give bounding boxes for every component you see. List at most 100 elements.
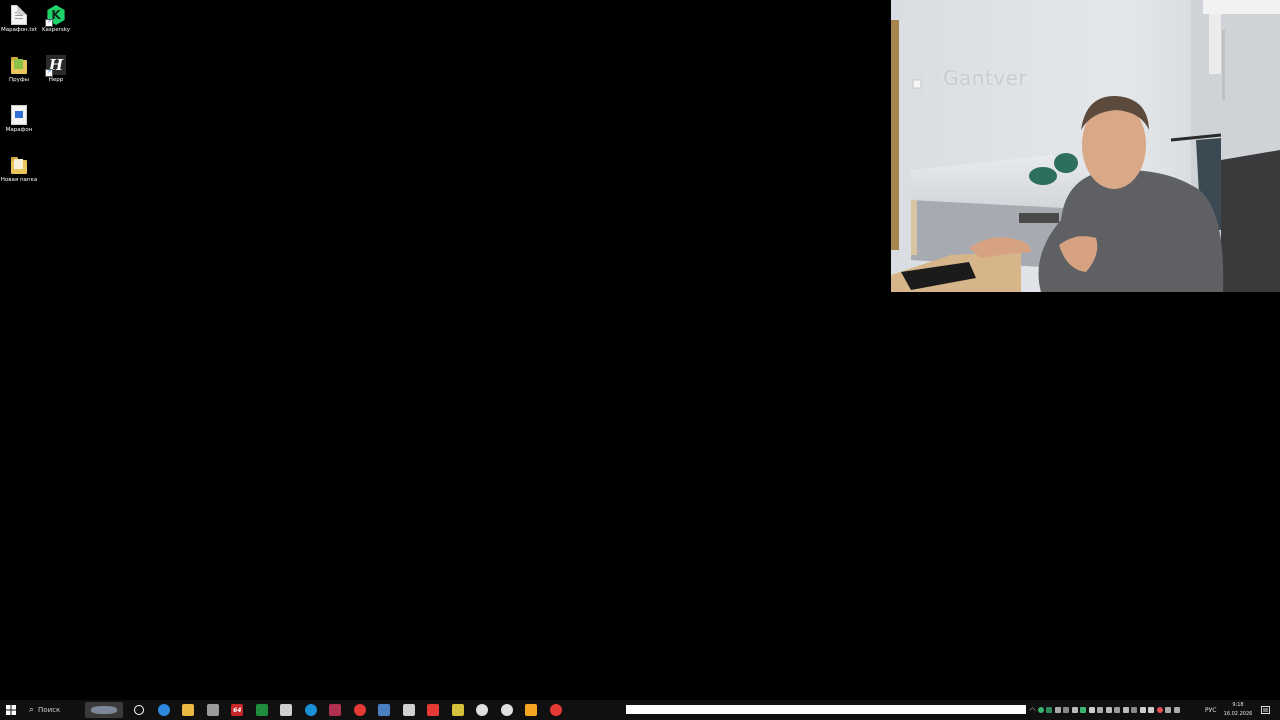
- search-highlight-image: [85, 702, 123, 718]
- monitor-icon: [1071, 707, 1078, 713]
- taskbar-app-17[interactable]: [544, 700, 569, 720]
- hepp-icon: H ↗: [45, 54, 66, 77]
- tray-green-monitor-icon-6[interactable]: [1079, 700, 1088, 720]
- taskbar-app-9[interactable]: [348, 700, 373, 720]
- taskbar-search-box[interactable]: ⌕ Поиск: [23, 700, 123, 720]
- desktop-icon-marathon-doc[interactable]: Марафон: [0, 104, 38, 134]
- desktop-icon-proofs-folder[interactable]: Пруфы: [0, 54, 38, 84]
- keyboard-icon: [1173, 707, 1180, 713]
- tray-green-circle-icon-1[interactable]: [1037, 700, 1046, 720]
- aida64-icon: 64: [231, 704, 244, 716]
- tray-network-icon-12[interactable]: [1130, 700, 1139, 720]
- taskbar-pinned-apps: 64: [127, 700, 568, 720]
- green-circle-icon: [1037, 707, 1044, 713]
- shield-app-icon: [280, 704, 293, 716]
- desktop-icon-label: Kaspersky: [42, 27, 70, 33]
- desktop-icon-label: Марафон: [5, 127, 33, 133]
- document-icon: [9, 104, 29, 126]
- clock[interactable]: 9:18 16.02.2026: [1222, 701, 1254, 719]
- webcam-overlay: Gantver: [891, 0, 1280, 292]
- desktop-icon-label: Пруфы: [9, 77, 29, 83]
- folder-icon: [9, 154, 29, 176]
- taskbar-app-16[interactable]: [519, 700, 544, 720]
- tray-monitor-icon-5[interactable]: [1071, 700, 1080, 720]
- language-indicator[interactable]: РУС: [1205, 700, 1216, 720]
- clock-time: 9:18: [1232, 702, 1244, 708]
- gear-icon: [1122, 707, 1129, 713]
- battery-icon: [1165, 707, 1172, 713]
- tray-keyboard-icon-17[interactable]: [1173, 700, 1182, 720]
- notification-center-icon[interactable]: [1258, 700, 1272, 720]
- chrome-icon: [353, 704, 366, 716]
- tray-pen-icon-8[interactable]: [1096, 700, 1105, 720]
- taskbar-app-14[interactable]: [470, 700, 495, 720]
- taskbar-app-0[interactable]: [127, 700, 152, 720]
- desktop-icon-label: Марафон.txt: [1, 27, 37, 33]
- desktop: Марафон.txt K ↗ Kaspersky Пруфы H ↗ Hepp…: [0, 0, 1280, 700]
- taskbar-app-10[interactable]: [372, 700, 397, 720]
- orange-app-icon: [525, 704, 538, 716]
- taskbar-app-11[interactable]: [397, 700, 422, 720]
- v2-app-icon: [476, 704, 489, 716]
- edge-blue-icon: [304, 704, 317, 716]
- yandex-icon: [427, 704, 440, 716]
- taskbar-app-5[interactable]: [250, 700, 275, 720]
- tray-gear-icon-11[interactable]: [1122, 700, 1131, 720]
- taskbar-app-4[interactable]: 64: [225, 700, 250, 720]
- red-pattern-icon: [329, 704, 342, 716]
- edge-icon: [157, 704, 170, 716]
- taskbar-app-2[interactable]: [176, 700, 201, 720]
- tray-battery-icon-16[interactable]: [1164, 700, 1173, 720]
- start-button[interactable]: [0, 700, 22, 720]
- folder-icon: [9, 54, 29, 76]
- pen-tool-icon: [206, 704, 219, 716]
- taskbar-app-3[interactable]: [201, 700, 226, 720]
- taskbar-app-8[interactable]: [323, 700, 348, 720]
- tray-speaker-icon-13[interactable]: [1139, 700, 1148, 720]
- tray-network-icon-4[interactable]: [1062, 700, 1071, 720]
- text-file-icon: [9, 4, 29, 26]
- pen-icon: [1097, 707, 1104, 713]
- desktop-icon-hepp[interactable]: H ↗ Hepp: [37, 54, 75, 84]
- desktop-icon-new-folder[interactable]: Новая папка: [0, 154, 38, 184]
- taskbar-app-7[interactable]: [299, 700, 324, 720]
- clock-date: 16.02.2026: [1223, 711, 1253, 717]
- chevron-up-icon: [1028, 706, 1036, 714]
- taskbar-app-1[interactable]: [152, 700, 177, 720]
- taskbar-app-6[interactable]: [274, 700, 299, 720]
- tray-steam-icon-7[interactable]: [1088, 700, 1097, 720]
- record-app-icon: [549, 704, 562, 716]
- tray-wifi-icon-14[interactable]: [1147, 700, 1156, 720]
- windows-logo-icon: [6, 705, 16, 715]
- desktop-icon-marathon-txt[interactable]: Марафон.txt: [0, 4, 38, 34]
- taskbar-app-15[interactable]: [495, 700, 520, 720]
- system-tray: [1028, 700, 1181, 720]
- green-app-icon: [255, 704, 268, 716]
- taskbar-blank-area: [626, 705, 1026, 714]
- taskbar-app-13[interactable]: [446, 700, 471, 720]
- desktop-icon-kaspersky[interactable]: K ↗ Kaspersky: [37, 4, 75, 34]
- desktop-icon-label: Новая папка: [0, 177, 38, 183]
- tray-usb-icon-9[interactable]: [1105, 700, 1114, 720]
- tray-printer-icon-3[interactable]: [1054, 700, 1063, 720]
- speaker-icon: [1139, 707, 1146, 713]
- chrome-icon: [1156, 707, 1163, 713]
- tray-chevron-up-icon-0[interactable]: [1028, 700, 1037, 720]
- aida64-label: 64: [233, 706, 242, 714]
- tray-green-app-icon-2[interactable]: [1045, 700, 1054, 720]
- shield-icon: [1114, 707, 1121, 713]
- wall-neon-sign: Gantver: [943, 66, 1028, 90]
- tray-shield-icon-10[interactable]: [1113, 700, 1122, 720]
- qr-app-icon: [451, 704, 464, 716]
- search-icon: ⌕: [29, 705, 35, 715]
- cortana-icon: [134, 705, 145, 715]
- kaspersky-icon: K ↗: [45, 4, 66, 27]
- upload-app-icon: [402, 704, 415, 716]
- taskbar-app-12[interactable]: [421, 700, 446, 720]
- network-icon: [1131, 707, 1138, 713]
- usb-icon: [1105, 707, 1112, 713]
- search-placeholder: Поиск: [38, 706, 61, 714]
- green-monitor-icon: [1080, 707, 1087, 713]
- file-explorer-icon: [182, 704, 195, 716]
- tray-chrome-icon-15[interactable]: [1156, 700, 1165, 720]
